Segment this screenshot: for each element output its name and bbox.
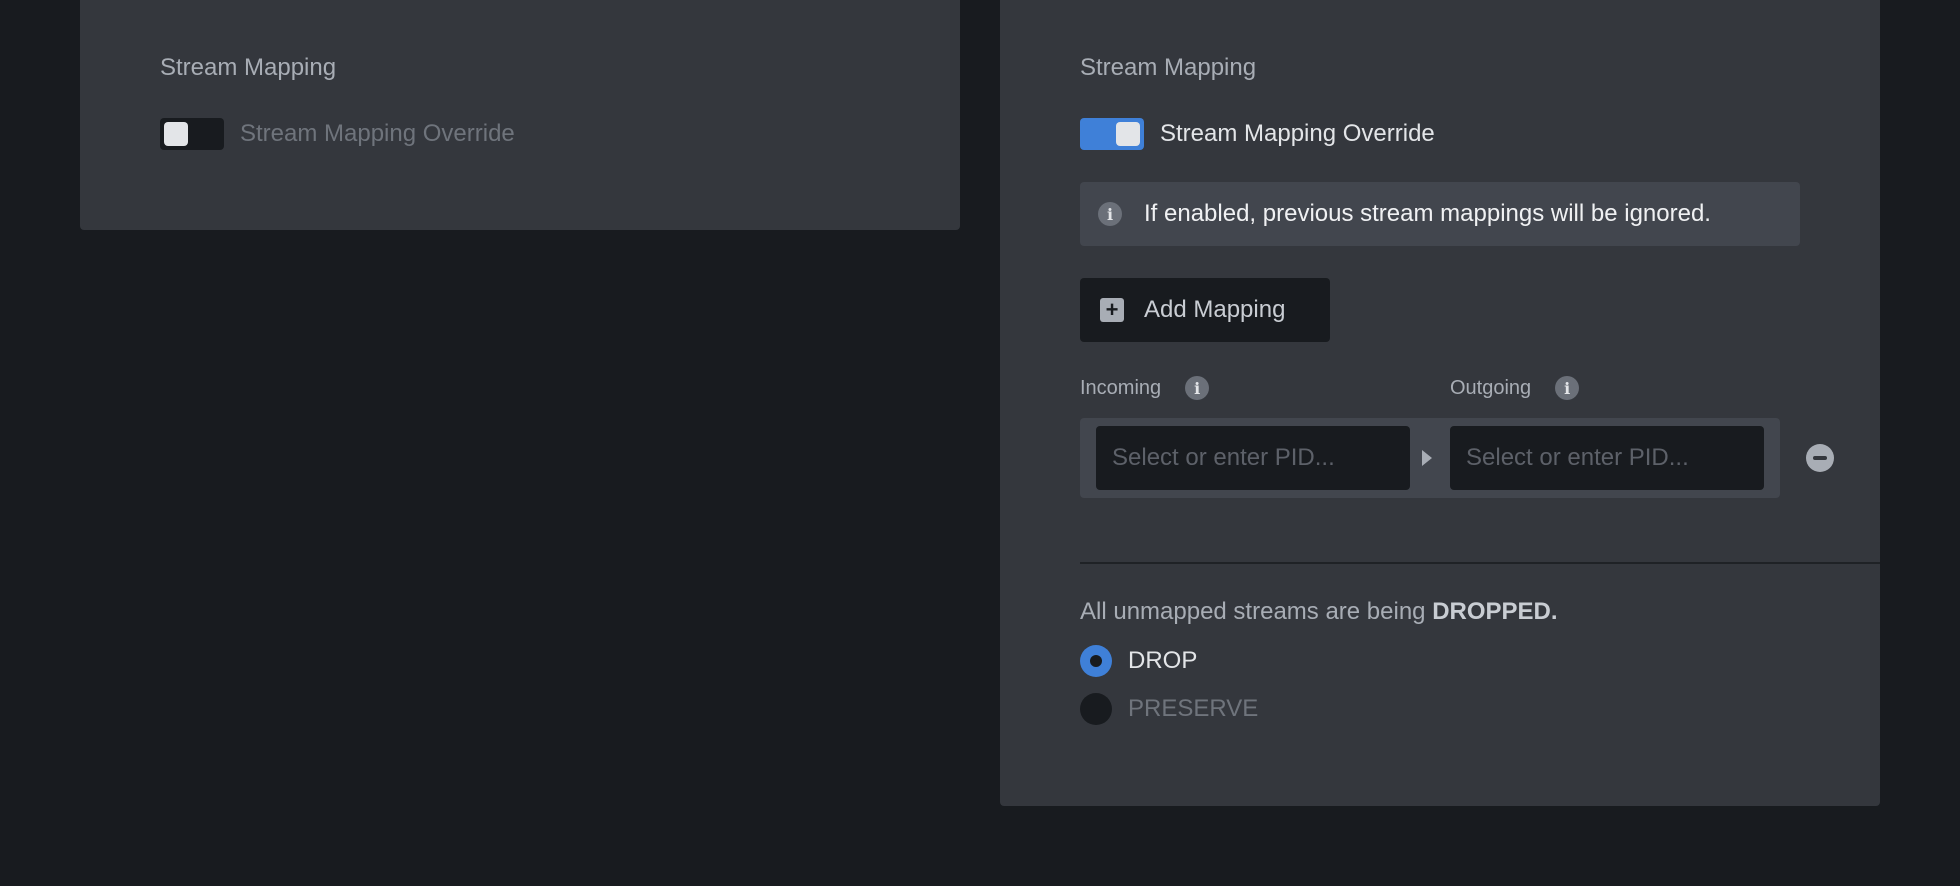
summary-prefix: All unmapped streams are being xyxy=(1080,598,1426,625)
info-text: If enabled, previous stream mappings wil… xyxy=(1144,200,1711,227)
radio-label: PRESERVE xyxy=(1128,695,1259,722)
remove-mapping-icon[interactable] xyxy=(1806,444,1834,472)
outgoing-label: Outgoing xyxy=(1450,376,1532,399)
mapping-row xyxy=(1080,418,1780,498)
radio-label: DROP xyxy=(1128,647,1198,674)
radio-indicator[interactable] xyxy=(1080,645,1112,677)
override-label: Stream Mapping Override xyxy=(1160,120,1435,147)
incoming-label-group: Incoming i xyxy=(1080,376,1210,400)
stream-mapping-override-toggle[interactable] xyxy=(1080,118,1144,150)
info-icon: i xyxy=(1098,202,1122,226)
outgoing-label-group: Outgoing i xyxy=(1450,376,1580,400)
section-title: Stream Mapping xyxy=(160,54,337,81)
add-mapping-button[interactable]: + Add Mapping xyxy=(1080,278,1330,342)
right-stream-mapping-panel: Stream Mapping Stream Mapping Override i… xyxy=(1000,0,1880,806)
outgoing-pid-input[interactable] xyxy=(1450,426,1764,490)
incoming-label: Incoming xyxy=(1080,376,1162,399)
radio-indicator[interactable] xyxy=(1080,693,1112,725)
info-banner: i If enabled, previous stream mappings w… xyxy=(1080,182,1800,246)
outgoing-info-icon[interactable]: i xyxy=(1555,376,1580,400)
incoming-pid-input[interactable] xyxy=(1096,426,1410,490)
summary-value: DROPPED. xyxy=(1432,598,1558,625)
override-label: Stream Mapping Override xyxy=(240,120,515,147)
left-stream-mapping-panel: Stream Mapping Stream Mapping Override xyxy=(80,0,960,230)
plus-icon: + xyxy=(1100,298,1124,322)
arrow-right-icon xyxy=(1422,450,1432,466)
stream-mapping-override-toggle[interactable] xyxy=(160,118,224,150)
toggle-knob xyxy=(164,122,188,146)
toggle-knob xyxy=(1116,122,1140,146)
divider xyxy=(1080,562,1880,564)
radio-preserve[interactable]: PRESERVE xyxy=(1080,693,1258,725)
incoming-info-icon[interactable]: i xyxy=(1185,376,1210,400)
radio-drop[interactable]: DROP xyxy=(1080,645,1197,677)
unmapped-summary: All unmapped streams are being DROPPED. xyxy=(1080,598,1558,626)
section-title: Stream Mapping xyxy=(1080,54,1257,81)
add-mapping-label: Add Mapping xyxy=(1144,296,1286,323)
